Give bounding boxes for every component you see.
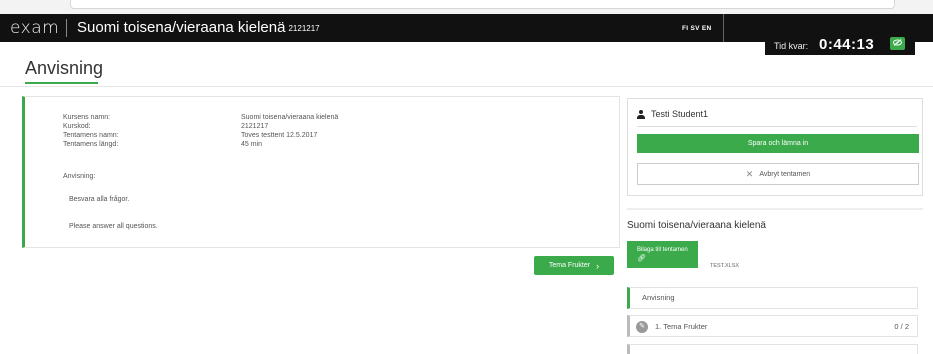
header-course-name: Suomi toisena/vieraana kielenä (77, 19, 286, 36)
header-divider-right (723, 14, 724, 42)
cancel-exam-label: Avbryt tentamen (759, 170, 811, 178)
pencil-icon: ✎ (636, 321, 648, 333)
exam-info-panel: Kursens namn: Suomi toisena/vieraana kie… (22, 96, 620, 248)
header-course-title: Suomi toisena/vieraana kielenä 2121217 (77, 19, 320, 36)
sidebar-divider (627, 208, 923, 210)
section-score: 0 / 2 (894, 322, 909, 331)
course-code-value: 2121217 (241, 123, 269, 130)
close-icon: ✕ (745, 168, 754, 179)
student-name: Testi Student1 (651, 109, 709, 119)
exam-duration-value: 45 min (241, 141, 263, 148)
exam-attachment-button[interactable]: Bilaga till tentamen 🔗︎ (627, 241, 698, 268)
course-name-label: Kursens namn: (63, 114, 111, 121)
save-and-submit-button[interactable]: Spara och lämna in (637, 134, 919, 153)
course-name-value: Suomi toisena/vieraana kielenä (241, 114, 339, 121)
browser-top-strip (0, 0, 933, 14)
browser-address-bar[interactable] (70, 0, 895, 9)
student-divider (637, 126, 917, 127)
timer-label: Tid kvar: (774, 41, 809, 51)
exam-logo: exam (10, 18, 60, 38)
cancel-exam-button[interactable]: ✕ Avbryt tentamen (637, 163, 919, 185)
instructions-english: Please answer all questions. (69, 223, 158, 230)
section-item-partial[interactable] (627, 344, 918, 354)
instructions-swedish: Besvara alla frågor. (69, 196, 130, 203)
section-item-instructions[interactable]: Anvisning (627, 287, 918, 309)
section-item-question-1[interactable]: ✎ 1. Tema Frukter 0 / 2 (627, 315, 918, 337)
next-section-label: Tema Frukter (548, 262, 591, 269)
course-code-label: Kurskod: (63, 123, 91, 130)
student-info: Testi Student1 (637, 109, 708, 119)
section-label: Anvisning (642, 293, 675, 302)
title-underline (25, 82, 98, 84)
exam-name-label: Tentamens namn: (63, 132, 119, 139)
section-label: 1. Tema Frukter (655, 322, 708, 331)
exam-name-value: Toves testtent 12.5.2017 (241, 132, 318, 139)
user-icon (637, 109, 645, 119)
student-action-box: Testi Student1 Spara och lämna in ✕ Avbr… (627, 98, 923, 196)
eye-slash-icon[interactable] (890, 37, 905, 50)
remaining-time-box: Tid kvar: 0:44:13 (765, 34, 915, 55)
next-section-button[interactable]: Tema Frukter › (534, 256, 614, 275)
exam-duration-label: Tentamens längd: (63, 141, 119, 148)
chevron-right-icon: › (596, 260, 600, 271)
attachment-label: Bilaga till tentamen (637, 247, 688, 253)
page-title: Anvisning (25, 58, 104, 78)
timer-value: 0:44:13 (819, 36, 875, 53)
header-course-code: 2121217 (288, 24, 320, 33)
attachment-filename[interactable]: TEST.XLSX (710, 263, 739, 269)
language-switcher[interactable]: FI SV EN (682, 25, 712, 32)
sidebar-course-name: Suomi toisena/vieraana kielenä (627, 220, 766, 231)
header-divider (66, 19, 67, 37)
paperclip-icon: 🔗︎ (637, 255, 646, 262)
title-divider (0, 86, 933, 87)
instructions-label: Anvisning: (63, 173, 96, 180)
